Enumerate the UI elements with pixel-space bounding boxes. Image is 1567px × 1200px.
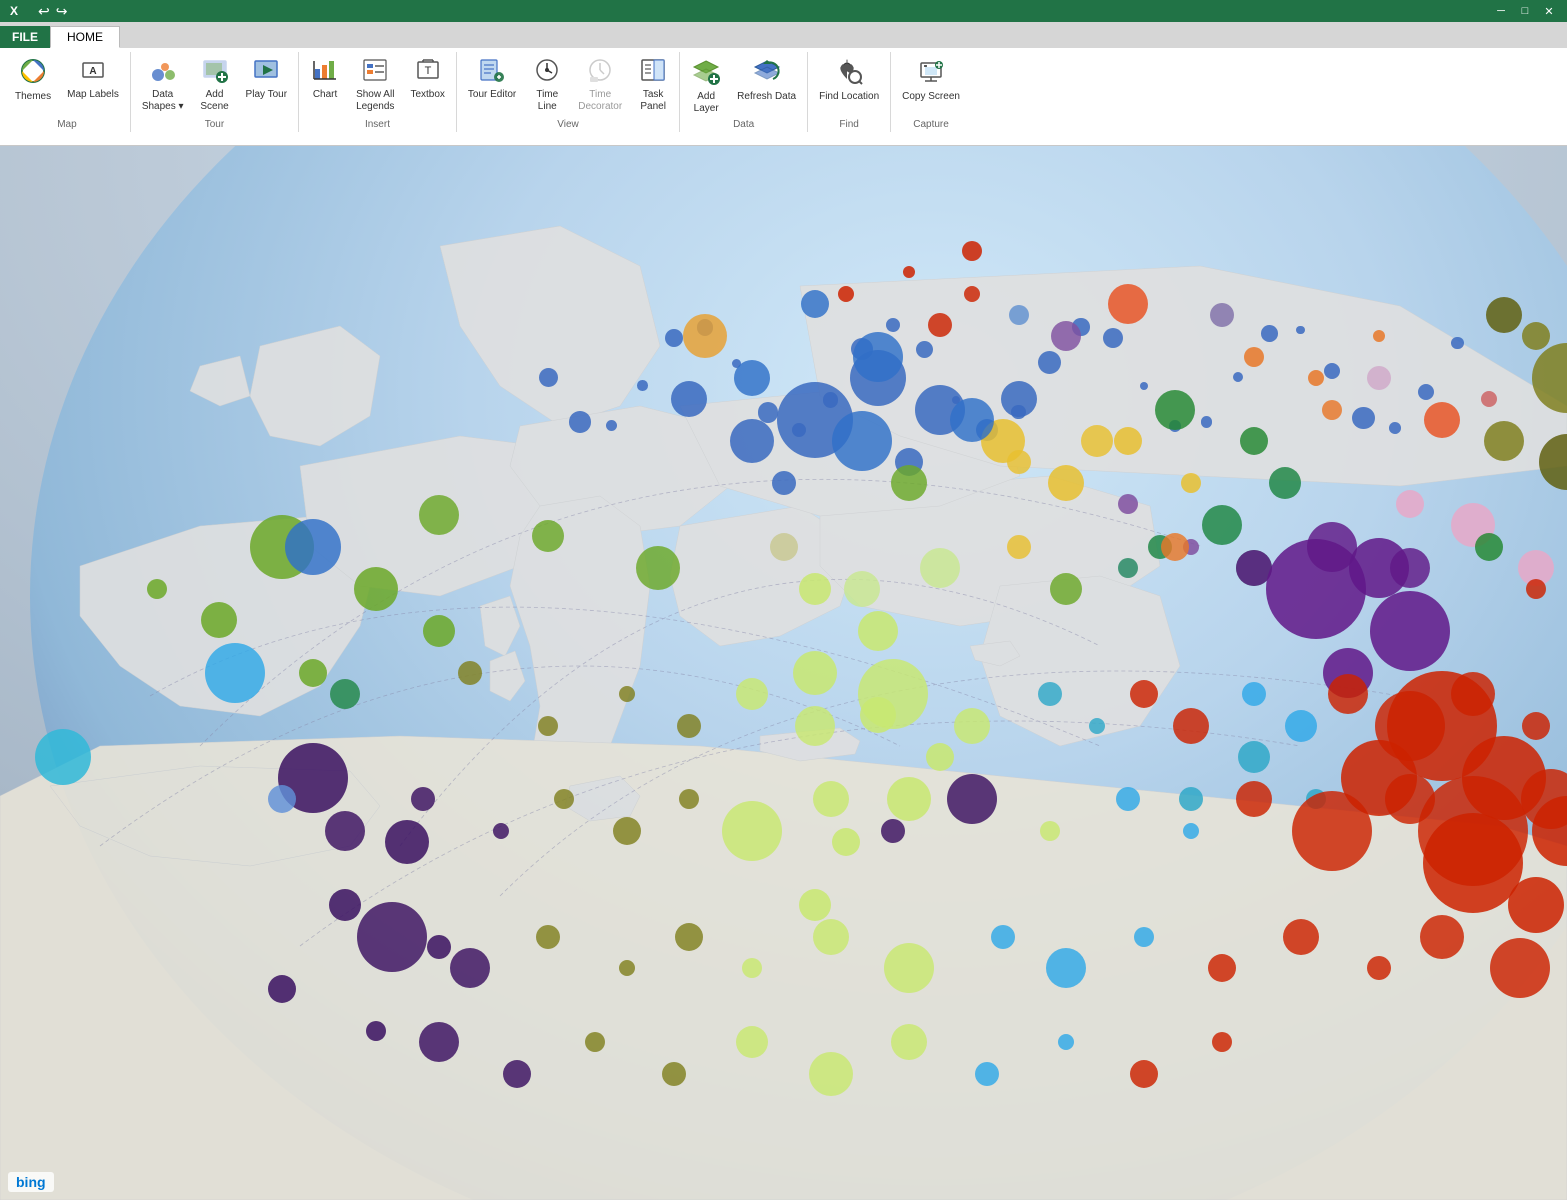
copy-screen-label: Copy Screen [902, 91, 960, 103]
data-shapes-icon [150, 57, 176, 87]
svg-text:T: T [424, 65, 431, 77]
themes-button[interactable]: Themes [8, 52, 58, 106]
ribbon-group-insert-items: Chart Show AllLegends [303, 52, 452, 118]
bing-logo: bing [8, 1172, 54, 1192]
ribbon-group-map-items: Themes A Map Labels [8, 52, 126, 118]
chart-icon [312, 57, 338, 87]
add-layer-label: AddLayer [694, 91, 719, 115]
find-location-button[interactable]: Find Location [812, 52, 886, 106]
ribbon-group-capture-items: Copy Screen [895, 52, 967, 118]
ribbon-group-capture: Copy Screen Capture [891, 52, 971, 132]
map-labels-label: Map Labels [67, 89, 119, 101]
title-bar: X ↩ ↪ ─ □ ✕ [0, 0, 1567, 22]
ribbon-group-view: Tour Editor TimeLine [457, 52, 680, 132]
task-panel-button[interactable]: TaskPanel [631, 52, 675, 116]
add-layer-icon [692, 57, 720, 89]
redo-button[interactable]: ↪ [56, 3, 68, 20]
add-scene-label: AddScene [200, 89, 228, 113]
time-line-label: TimeLine [536, 89, 558, 113]
time-decorator-label: TimeDecorator [578, 89, 622, 113]
close-button[interactable]: ✕ [1539, 3, 1559, 19]
show-all-legends-label: Show AllLegends [356, 89, 394, 113]
app-icon: X [8, 2, 24, 21]
ribbon-group-tour: DataShapes ▾ AddScene [131, 52, 299, 132]
svg-text:X: X [10, 4, 18, 18]
ribbon-group-find-items: Find Location [812, 52, 886, 118]
insert-group-label: Insert [299, 117, 456, 132]
ribbon-group-view-items: Tour Editor TimeLine [461, 52, 675, 118]
svg-text:A: A [89, 66, 96, 77]
tab-file[interactable]: FILE [0, 26, 50, 48]
time-line-icon [534, 57, 560, 87]
tab-home[interactable]: HOME [50, 26, 120, 48]
textbox-button[interactable]: T Textbox [403, 52, 451, 104]
find-group-label: Find [808, 117, 890, 132]
ribbon-group-insert: Chart Show AllLegends [299, 52, 457, 132]
refresh-data-label: Refresh Data [737, 91, 796, 103]
window-controls: ─ □ ✕ [1491, 3, 1559, 19]
show-all-legends-icon [362, 57, 388, 87]
map-area[interactable]: bing [0, 146, 1567, 1200]
tour-editor-button[interactable]: Tour Editor [461, 52, 523, 104]
chart-button[interactable]: Chart [303, 52, 347, 104]
undo-redo-bar: ↩ ↪ [38, 3, 67, 20]
add-scene-button[interactable]: AddScene [193, 52, 237, 116]
play-tour-button[interactable]: Play Tour [239, 52, 295, 104]
themes-icon [19, 57, 47, 89]
map-labels-button[interactable]: A Map Labels [60, 52, 126, 104]
minimize-button[interactable]: ─ [1491, 3, 1511, 19]
play-tour-icon [253, 57, 279, 87]
textbox-icon: T [415, 57, 441, 87]
map-group-label: Map [4, 117, 130, 132]
view-group-label: View [457, 117, 679, 132]
show-all-legends-button[interactable]: Show AllLegends [349, 52, 401, 116]
refresh-data-icon [753, 57, 781, 89]
ribbon-content: Themes A Map Labels Map [0, 52, 1567, 132]
ribbon-group-map: Themes A Map Labels Map [4, 52, 131, 132]
data-shapes-label: DataShapes ▾ [142, 89, 184, 113]
tour-editor-label: Tour Editor [468, 89, 516, 101]
ribbon-group-data-items: AddLayer Refresh Data [684, 52, 803, 118]
time-line-button[interactable]: TimeLine [525, 52, 569, 116]
themes-label: Themes [15, 91, 51, 103]
copy-screen-button[interactable]: Copy Screen [895, 52, 967, 106]
tour-editor-icon [479, 57, 505, 87]
chart-label: Chart [313, 89, 337, 101]
ribbon-group-find: Find Location Find [808, 52, 891, 132]
refresh-data-button[interactable]: Refresh Data [730, 52, 803, 106]
task-panel-label: TaskPanel [640, 89, 666, 113]
find-location-label: Find Location [819, 91, 879, 103]
ribbon-group-tour-items: DataShapes ▾ AddScene [135, 52, 294, 118]
maximize-button[interactable]: □ [1515, 3, 1535, 19]
tour-group-label: Tour [131, 117, 298, 132]
time-decorator-icon [587, 57, 613, 87]
data-group-label: Data [680, 117, 807, 132]
data-shapes-button[interactable]: DataShapes ▾ [135, 52, 191, 116]
find-location-icon [835, 57, 863, 89]
textbox-label: Textbox [410, 89, 444, 101]
capture-group-label: Capture [891, 117, 971, 132]
ribbon: Themes A Map Labels Map [0, 48, 1567, 146]
copy-screen-icon [917, 57, 945, 89]
play-tour-label: Play Tour [246, 89, 288, 101]
tab-bar: FILE HOME [0, 22, 1567, 48]
ribbon-group-data: AddLayer Refresh Data Data [680, 52, 808, 132]
undo-button[interactable]: ↩ [38, 3, 50, 20]
map-svg [0, 146, 1567, 1200]
task-panel-icon [640, 57, 666, 87]
add-scene-icon [202, 57, 228, 87]
add-layer-button[interactable]: AddLayer [684, 52, 728, 118]
time-decorator-button[interactable]: TimeDecorator [571, 52, 629, 116]
map-labels-icon: A [81, 57, 105, 87]
